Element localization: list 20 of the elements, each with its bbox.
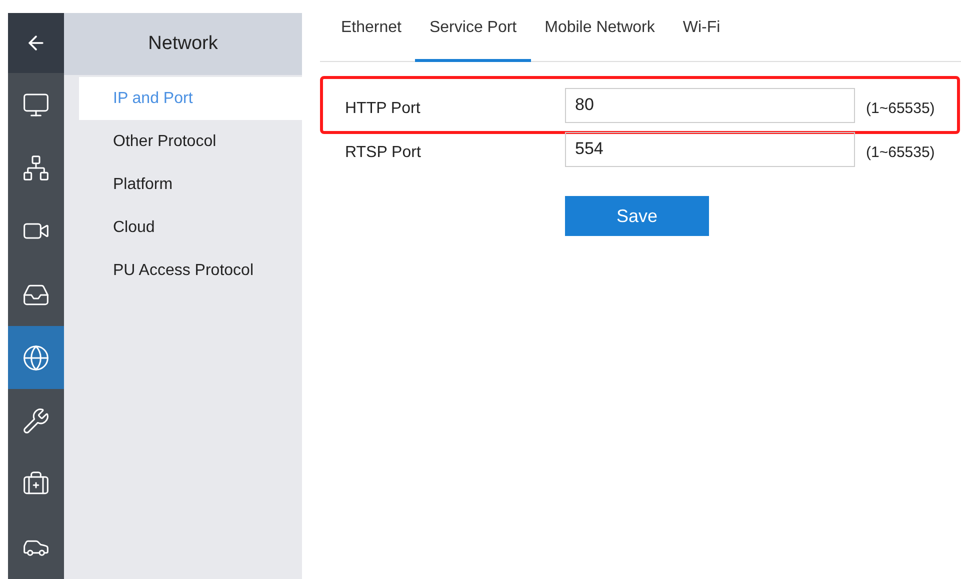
- sidebar-item[interactable]: PU Access Protocol: [79, 249, 302, 292]
- sidebar-item[interactable]: Other Protocol: [79, 120, 302, 163]
- range-hint: (1~65535): [866, 98, 935, 119]
- sidebar-item[interactable]: Platform: [79, 163, 302, 206]
- save-button[interactable]: Save: [565, 196, 709, 236]
- sidebar-item[interactable]: Cloud: [79, 206, 302, 249]
- port-field[interactable]: 554: [565, 132, 855, 166]
- wrench-icon: [22, 407, 50, 435]
- sidebar-title: Network: [148, 32, 218, 56]
- tab[interactable]: Ethernet: [328, 13, 416, 62]
- globe-icon: [22, 344, 50, 372]
- field-label: RTSP Port: [344, 143, 422, 163]
- tab[interactable]: Mobile Network: [530, 13, 669, 62]
- field-label: HTTP Port: [344, 99, 422, 119]
- tab[interactable]: Wi-Fi: [668, 13, 734, 62]
- monitor-icon: [22, 90, 50, 119]
- port-field[interactable]: 80: [565, 88, 855, 122]
- network-diagram-icon: [22, 154, 50, 182]
- tab[interactable]: Service Port: [415, 13, 531, 62]
- range-hint: (1~65535): [866, 142, 935, 163]
